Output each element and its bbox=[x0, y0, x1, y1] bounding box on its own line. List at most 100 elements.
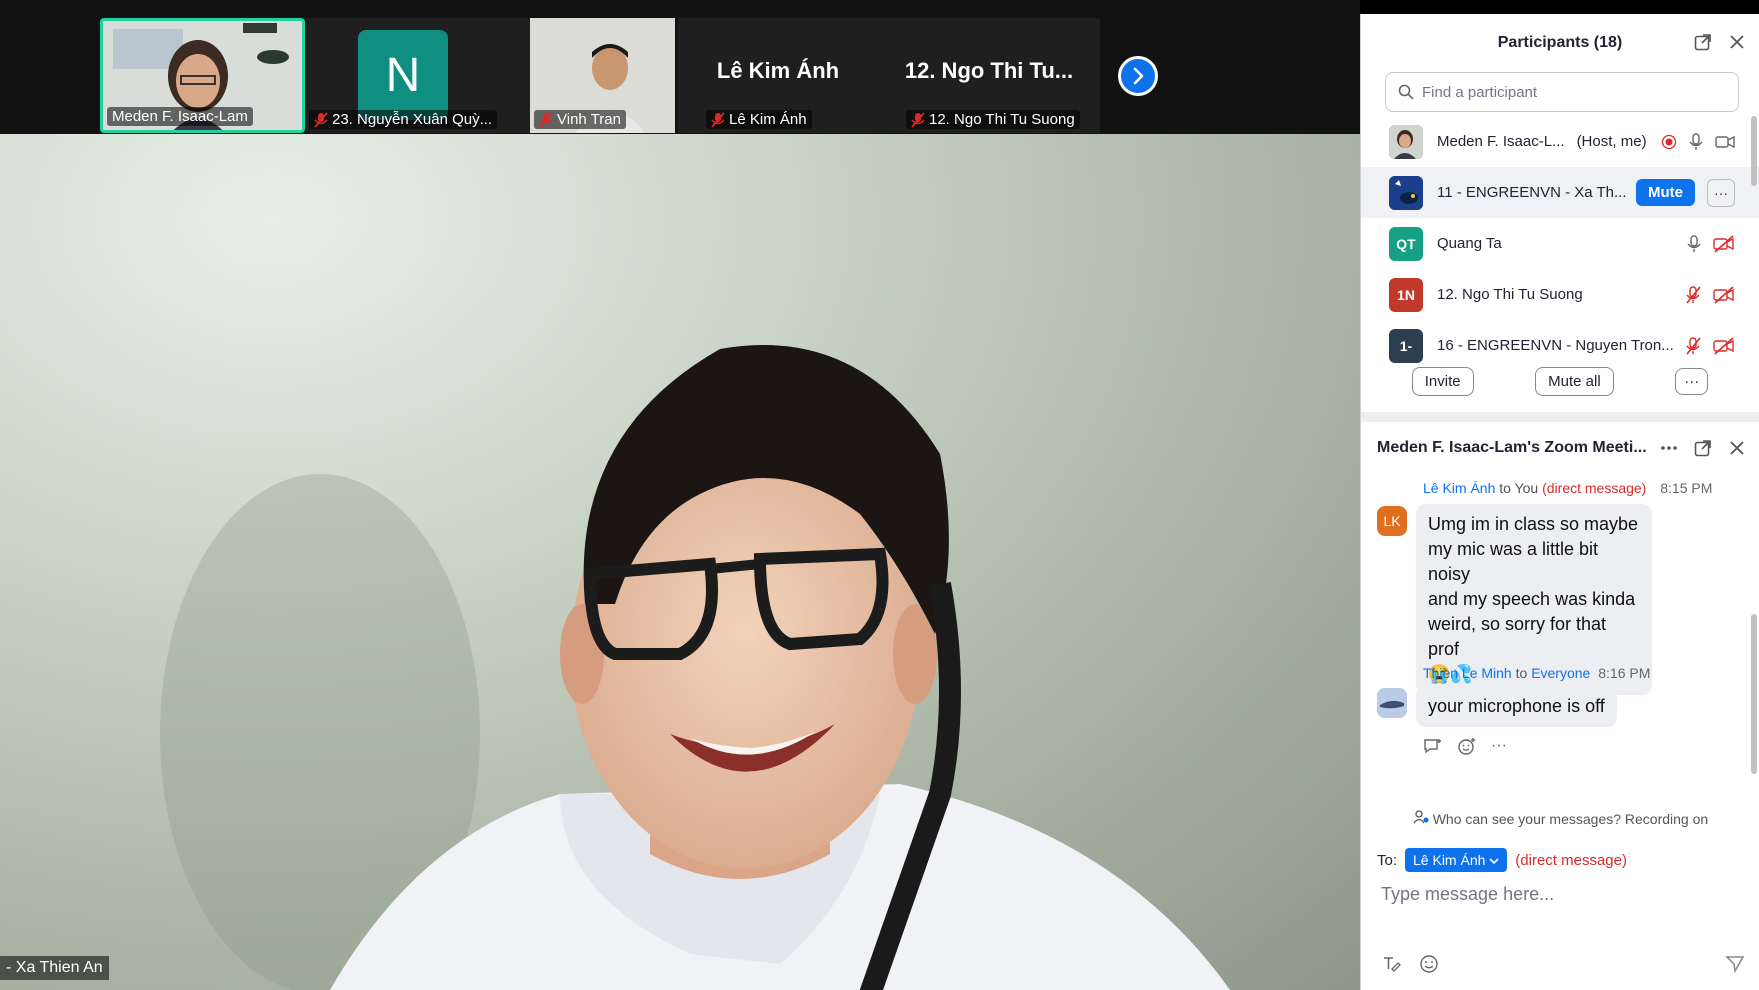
message-sender[interactable]: Thien Le Minh bbox=[1423, 665, 1512, 681]
video-thumbnail-le-kim-anh[interactable]: Lê Kim Ánh Lê Kim Ánh bbox=[678, 18, 878, 133]
message-visibility-note[interactable]: Who can see your messages? Recording on bbox=[1361, 810, 1759, 827]
video-area: Meden F. Isaac-Lam N 23. Nguyễn Xuân Quỳ… bbox=[0, 0, 1360, 990]
add-reaction-icon[interactable] bbox=[1457, 737, 1477, 755]
speaker-video-feed bbox=[160, 344, 1230, 990]
participant-role-tag: (Host, me) bbox=[1576, 133, 1647, 150]
zoom-meeting-window: Meden F. Isaac-Lam N 23. Nguyễn Xuân Quỳ… bbox=[0, 0, 1759, 990]
close-chat-button[interactable] bbox=[1727, 438, 1747, 458]
participant-search-input[interactable] bbox=[1422, 83, 1702, 101]
chat-message-list: Lê Kim Ánh to You (direct message) 8:15 … bbox=[1361, 474, 1759, 784]
mic-muted-icon bbox=[711, 111, 725, 128]
message-sender[interactable]: Lê Kim Ánh bbox=[1423, 480, 1495, 496]
participant-avatar bbox=[1389, 124, 1423, 159]
participant-more-button[interactable]: ··· bbox=[1707, 178, 1735, 207]
pop-out-chat-button[interactable] bbox=[1693, 438, 1713, 458]
message-line: weird, so sorry for that prof bbox=[1428, 614, 1607, 659]
thumbnail-name: Lê Kim Ánh bbox=[706, 110, 812, 129]
recipient-select[interactable]: Lê Kim Ánh bbox=[1405, 848, 1508, 872]
participant-photo bbox=[1389, 124, 1423, 159]
chat-recipient-row: To: Lê Kim Ánh (direct message) bbox=[1377, 848, 1627, 872]
participant-list-scrollbar[interactable] bbox=[1751, 116, 1757, 186]
close-participants-button[interactable] bbox=[1727, 32, 1747, 52]
video-thumbnail-nguyen[interactable]: N 23. Nguyễn Xuân Quỳ... bbox=[305, 18, 530, 133]
message-to-word: to bbox=[1511, 665, 1532, 681]
participants-header: Participants (18) bbox=[1361, 14, 1759, 72]
video-off-icon bbox=[1713, 336, 1734, 355]
participant-name: 16 - ENGREENVN - Nguyen Tron... bbox=[1437, 337, 1674, 354]
participant-row[interactable]: 1N 12. Ngo Thi Tu Suong bbox=[1361, 269, 1759, 320]
send-icon[interactable] bbox=[1725, 954, 1745, 974]
video-thumbnail-vinh[interactable]: Vinh Tran bbox=[530, 18, 675, 133]
message-meta: Lê Kim Ánh to You (direct message) 8:15 … bbox=[1423, 480, 1712, 496]
mute-participant-button[interactable]: Mute bbox=[1636, 179, 1695, 206]
participants-title: Participants (18) bbox=[1497, 34, 1623, 51]
pop-out-icon bbox=[1694, 440, 1711, 457]
thumbnail-name-text: Vinh Tran bbox=[557, 111, 621, 128]
message-time: 8:16 PM bbox=[1598, 665, 1651, 681]
participant-photo bbox=[1389, 175, 1423, 210]
message-more-button[interactable]: ··· bbox=[1491, 737, 1507, 755]
message-recipient: You bbox=[1514, 480, 1539, 496]
reply-icon[interactable] bbox=[1423, 737, 1443, 755]
sender-avatar: LK bbox=[1377, 506, 1407, 536]
next-page-button[interactable] bbox=[1118, 56, 1158, 96]
video-thumbnail-meden[interactable]: Meden F. Isaac-Lam bbox=[100, 18, 305, 133]
format-text-icon[interactable] bbox=[1381, 954, 1401, 972]
mic-muted-icon bbox=[314, 111, 328, 128]
message-to-word: to bbox=[1495, 480, 1515, 496]
message-actions: ··· bbox=[1423, 737, 1507, 755]
chat-message-input[interactable] bbox=[1381, 884, 1731, 905]
emoji-icon[interactable] bbox=[1419, 954, 1439, 974]
thumbnail-name: 12. Ngo Thi Tu Suong bbox=[906, 110, 1080, 129]
pop-out-participants-button[interactable] bbox=[1693, 32, 1713, 52]
message-bubble[interactable]: your microphone is off bbox=[1416, 686, 1617, 727]
participant-name: Meden F. Isaac-L... bbox=[1437, 133, 1565, 150]
initial-avatar: N bbox=[358, 30, 448, 120]
panel-divider bbox=[1361, 412, 1759, 422]
panel-top-edge bbox=[1360, 0, 1759, 14]
chat-tools bbox=[1381, 954, 1439, 974]
video-thumbnail-ngo-thi-tu-suong[interactable]: 12. Ngo Thi Tu... 12. Ngo Thi Tu Suong bbox=[878, 18, 1100, 133]
microphone-icon bbox=[1689, 132, 1703, 150]
participant-name: Quang Ta bbox=[1437, 235, 1502, 252]
chat-more-button[interactable] bbox=[1659, 438, 1679, 458]
video-off-icon bbox=[1713, 234, 1734, 253]
mic-muted-icon bbox=[539, 111, 553, 128]
video-camera-icon bbox=[1715, 135, 1735, 148]
participant-row[interactable]: 1- 16 - ENGREENVN - Nguyen Tron... bbox=[1361, 320, 1759, 371]
thumbnail-name: Meden F. Isaac-Lam bbox=[107, 107, 253, 126]
participant-search[interactable] bbox=[1385, 72, 1739, 112]
participant-row[interactable]: 11 - ENGREENVN - Xa Th... Mute ··· bbox=[1361, 167, 1759, 218]
sender-avatar bbox=[1377, 688, 1407, 718]
video-off-icon bbox=[1713, 285, 1734, 304]
thumbnail-name: 23. Nguyễn Xuân Quỳ... bbox=[309, 110, 498, 129]
close-icon bbox=[1730, 35, 1744, 49]
main-speaker-video: - Xa Thien An bbox=[0, 134, 1360, 990]
message-line: Umg im in class so maybe bbox=[1428, 514, 1639, 534]
participant-row[interactable]: QT Quang Ta bbox=[1361, 218, 1759, 269]
thumbnail-name-text: 23. Nguyễn Xuân Quỳ... bbox=[332, 111, 493, 128]
chat-scrollbar[interactable] bbox=[1751, 614, 1757, 774]
thumbnail-name-text: Meden F. Isaac-Lam bbox=[112, 108, 248, 125]
sender-avatar-image bbox=[1377, 688, 1407, 718]
participant-big-name: Lê Kim Ánh bbox=[716, 58, 840, 83]
participants-more-button[interactable]: ··· bbox=[1675, 367, 1709, 395]
participant-avatar: QT bbox=[1389, 226, 1423, 261]
chat-title: Meden F. Isaac-Lam's Zoom Meeti... bbox=[1377, 439, 1647, 456]
chevron-right-icon bbox=[1133, 67, 1144, 85]
search-icon bbox=[1398, 84, 1414, 100]
participant-avatar: 1- bbox=[1389, 328, 1423, 363]
pop-out-icon bbox=[1694, 34, 1711, 51]
mic-muted-icon bbox=[1686, 285, 1701, 304]
participant-row[interactable]: Meden F. Isaac-L... (Host, me) bbox=[1361, 116, 1759, 167]
participant-name: 11 - ENGREENVN - Xa Th... bbox=[1437, 184, 1627, 201]
speaker-name-label: - Xa Thien An bbox=[0, 956, 109, 980]
mic-muted-icon bbox=[911, 111, 925, 128]
direct-message-indicator: (direct message) bbox=[1515, 851, 1627, 869]
participant-list: Meden F. Isaac-L... (Host, me) 11 - ENGR… bbox=[1361, 116, 1759, 363]
close-icon bbox=[1730, 441, 1744, 455]
message-line: and my speech was kinda bbox=[1428, 589, 1636, 609]
microphone-icon bbox=[1687, 234, 1701, 252]
visibility-note-text: Who can see your messages? Recording on bbox=[1432, 811, 1709, 827]
thumbnail-bar: Meden F. Isaac-Lam N 23. Nguyễn Xuân Quỳ… bbox=[0, 0, 1360, 134]
